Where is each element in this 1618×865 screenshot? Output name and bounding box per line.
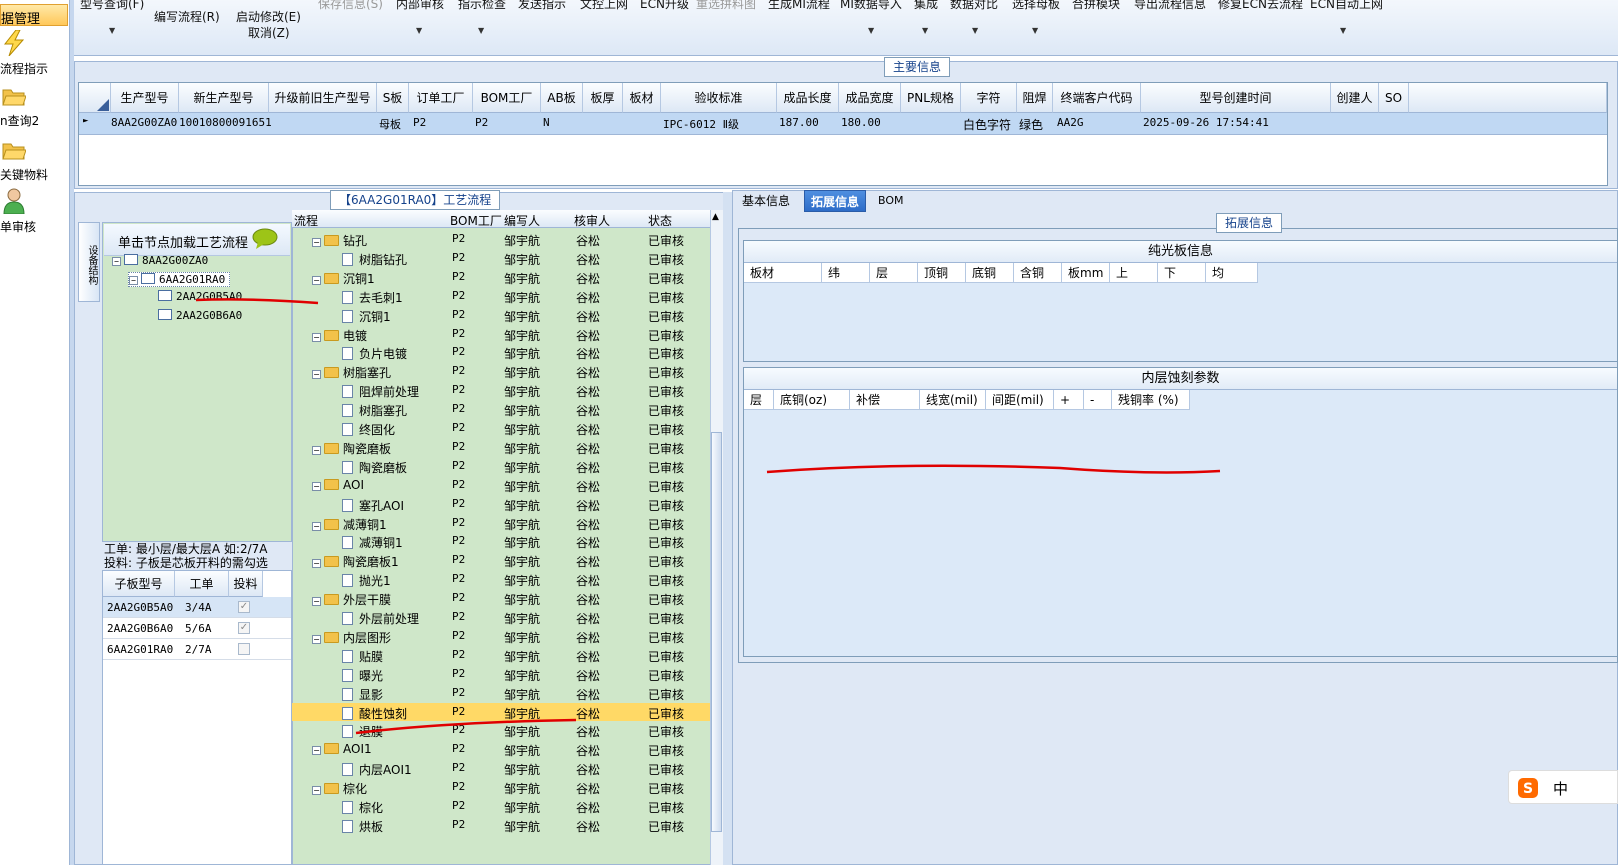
annotation-stroke [355, 718, 577, 735]
annotation-stroke [195, 298, 319, 305]
annotation-overlay [195, 298, 1221, 735]
annotation-stroke [766, 464, 1221, 474]
